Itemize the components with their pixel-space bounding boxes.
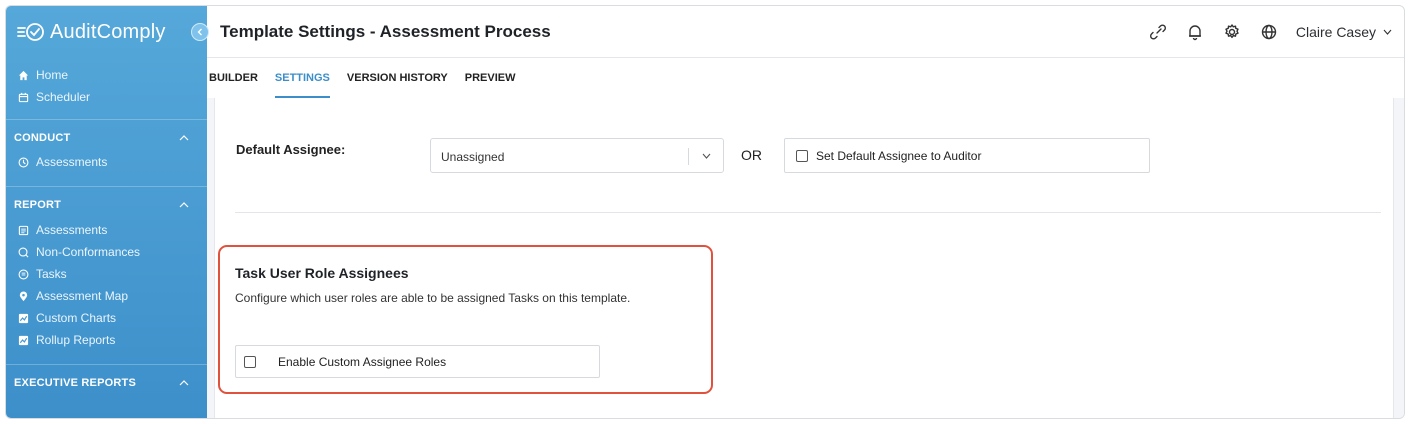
brand-name: AuditComply	[50, 20, 166, 43]
user-name: Claire Casey	[1295, 24, 1376, 40]
sidebar-item-label: Tasks	[36, 267, 67, 281]
section-title: REPORT	[14, 198, 62, 211]
content-area: Default Assignee: Unassigned OR Set Defa…	[207, 98, 1404, 418]
sidebar-item-label: Assessment Map	[36, 289, 129, 303]
auditor-default-field[interactable]: Set Default Assignee to Auditor	[784, 138, 1150, 173]
section-executive-reports[interactable]: EXECUTIVE REPORTS	[6, 364, 207, 400]
bell-icon[interactable]	[1186, 23, 1204, 41]
auditor-default-label: Set Default Assignee to Auditor	[816, 148, 982, 163]
calendar-icon	[18, 92, 29, 103]
chevron-down-icon	[1383, 29, 1392, 35]
chevron-up-icon	[179, 380, 189, 386]
sidebar-item-tasks[interactable]: Tasks	[6, 263, 207, 285]
sidebar-item-label: Assessments	[36, 223, 108, 237]
globe-icon[interactable]	[1260, 23, 1278, 41]
map-pin-icon	[18, 290, 29, 302]
app-window: AuditComply Home Scheduler CONDUCT Asses…	[5, 5, 1405, 419]
sidebar-item-rollup-reports[interactable]: Rollup Reports	[6, 329, 207, 351]
sidebar-item-label: Custom Charts	[36, 311, 117, 325]
brand-logo[interactable]: AuditComply	[6, 6, 207, 58]
sidebar-item-home[interactable]: Home	[6, 64, 207, 86]
section-title: EXECUTIVE REPORTS	[14, 376, 136, 389]
section-report[interactable]: REPORT	[6, 186, 207, 222]
tab-version-history[interactable]: VERSION HISTORY	[347, 58, 448, 98]
tab-preview[interactable]: PREVIEW	[465, 58, 516, 98]
enable-custom-roles-checkbox[interactable]	[244, 355, 256, 368]
or-label: OR	[741, 147, 762, 163]
sidebar-item-report-assessments[interactable]: Assessments	[6, 219, 207, 241]
sidebar-item-non-conformances[interactable]: Non-Conformances	[6, 241, 207, 263]
sidebar-item-label: Home	[36, 68, 69, 82]
sidebar-item-conduct-assessments[interactable]: Assessments	[6, 151, 207, 173]
clock-icon	[18, 157, 29, 168]
search-alert-icon	[18, 247, 29, 258]
sidebar-item-scheduler[interactable]: Scheduler	[6, 86, 207, 108]
task-roles-title: Task User Role Assignees	[235, 265, 409, 281]
logo-icon	[17, 23, 44, 41]
sidebar-item-label: Rollup Reports	[36, 333, 116, 347]
settings-panel: Default Assignee: Unassigned OR Set Defa…	[214, 98, 1394, 418]
select-separator	[688, 148, 689, 165]
link-icon[interactable]	[1149, 23, 1167, 41]
chevron-left-icon	[197, 28, 202, 36]
top-bar: Template Settings - Assessment Process C…	[207, 6, 1404, 58]
page-title: Template Settings - Assessment Process	[220, 21, 551, 41]
sidebar-item-label: Assessments	[36, 155, 108, 169]
sidebar-item-custom-charts[interactable]: Custom Charts	[6, 307, 207, 329]
select-value: Unassigned	[441, 150, 505, 164]
sidebar-item-assessment-map[interactable]: Assessment Map	[6, 285, 207, 307]
task-roles-description: Configure which user roles are able to b…	[235, 291, 631, 305]
section-divider	[235, 212, 1381, 213]
home-icon	[18, 70, 29, 81]
chevron-down-icon	[702, 153, 711, 159]
list-circle-icon	[18, 269, 29, 280]
tab-settings[interactable]: SETTINGS	[274, 58, 330, 98]
chart-icon	[18, 313, 29, 324]
auditor-default-checkbox[interactable]	[796, 149, 808, 162]
top-actions: Claire Casey	[1130, 6, 1392, 58]
chart-icon	[18, 335, 29, 346]
default-assignee-label: Default Assignee:	[236, 142, 346, 157]
sidebar-item-label: Non-Conformances	[36, 245, 141, 259]
chevron-up-icon	[179, 202, 189, 208]
section-conduct[interactable]: CONDUCT	[6, 119, 207, 155]
tab-bar: BUILDER SETTINGS VERSION HISTORY PREVIEW	[207, 58, 1404, 98]
gear-icon[interactable]	[1223, 23, 1241, 41]
default-assignee-select[interactable]: Unassigned	[430, 138, 724, 173]
sidebar-item-label: Scheduler	[36, 90, 91, 104]
chevron-up-icon	[179, 135, 189, 141]
section-title: CONDUCT	[14, 131, 71, 144]
document-icon	[18, 225, 29, 236]
sidebar: AuditComply Home Scheduler CONDUCT Asses…	[6, 6, 207, 418]
enable-custom-roles-label: Enable Custom Assignee Roles	[278, 354, 447, 369]
user-menu[interactable]: Claire Casey	[1296, 24, 1392, 40]
enable-custom-roles-field[interactable]: Enable Custom Assignee Roles	[235, 345, 600, 378]
tab-builder[interactable]: BUILDER	[209, 58, 258, 98]
